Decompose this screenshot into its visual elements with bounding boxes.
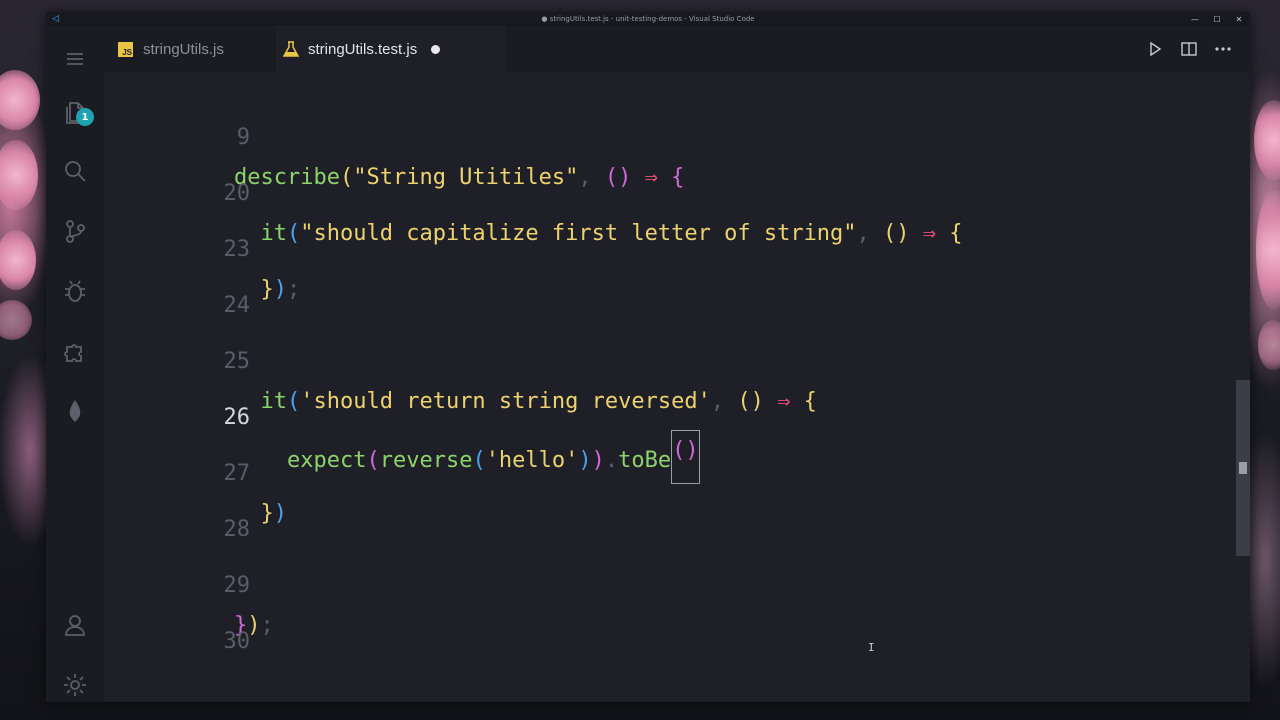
tab-stringutils-js[interactable]: JS stringUtils.js — [116, 26, 276, 72]
desktop-wallpaper-left — [0, 0, 46, 720]
explorer-badge: 1 — [76, 108, 94, 126]
menu-icon[interactable] — [60, 44, 90, 74]
code-line: 30 — [104, 582, 1236, 654]
extensions-icon[interactable] — [60, 336, 90, 366]
code-line: 28 — [104, 470, 1236, 542]
tab-label: stringUtils.js — [143, 40, 224, 58]
code-line: 27 }) — [104, 414, 1236, 526]
vscode-logo-icon: ◁ — [52, 14, 59, 24]
close-icon[interactable]: ✕ — [1228, 12, 1250, 26]
search-icon[interactable] — [60, 156, 90, 186]
flask-icon — [282, 41, 300, 57]
code-line: 29 }); — [104, 526, 1236, 638]
title-bar: ◁ ● stringUtils.test.js - unit-testing-d… — [46, 12, 1250, 26]
code-line: 24 — [104, 246, 1236, 318]
window-title: ● stringUtils.test.js - unit-testing-dem… — [541, 15, 755, 23]
activity-bar: 1 — [46, 26, 104, 702]
vscode-window: ◁ ● stringUtils.test.js - unit-testing-d… — [46, 12, 1250, 702]
source-control-icon[interactable] — [60, 216, 90, 246]
maximize-icon[interactable]: ☐ — [1206, 12, 1228, 26]
tab-label: stringUtils.test.js — [308, 40, 418, 58]
tab-stringutils-test-js[interactable]: stringUtils.test.js — [276, 26, 506, 72]
desktop-wallpaper-right — [1250, 0, 1280, 720]
code-line: 20 it("should capitalize first letter of… — [104, 134, 1236, 246]
code-line: 9 describe("String Utitiles", () ⇒ { — [104, 78, 1236, 190]
settings-icon[interactable] — [60, 670, 90, 700]
mouse-ibeam-icon: I — [868, 641, 875, 654]
line-number: 30 — [223, 629, 251, 654]
code-line: 23 }); — [104, 190, 1236, 302]
js-file-icon: JS — [118, 41, 133, 57]
unsaved-dot-icon[interactable] — [431, 44, 441, 54]
scrollbar-cursor-marker — [1239, 462, 1247, 474]
mongodb-icon[interactable] — [60, 396, 90, 426]
debug-icon[interactable] — [60, 276, 90, 306]
more-actions-icon[interactable] — [1212, 38, 1234, 60]
split-editor-icon[interactable] — [1178, 38, 1200, 60]
editor-scrollbar[interactable] — [1236, 72, 1250, 702]
account-icon[interactable] — [60, 610, 90, 640]
code-line: 25 it('should return string reversed', (… — [104, 302, 1236, 414]
tab-bar: JS stringUtils.js stringUtils.test.js — [104, 26, 1250, 72]
minimize-icon[interactable]: — — [1184, 12, 1206, 26]
code-line-active: 26 expect(reverse('hello')).toBe() — [104, 358, 1236, 484]
code-editor[interactable]: 9 describe("String Utitiles", () ⇒ { 20 … — [104, 72, 1236, 702]
run-icon[interactable] — [1144, 38, 1166, 60]
